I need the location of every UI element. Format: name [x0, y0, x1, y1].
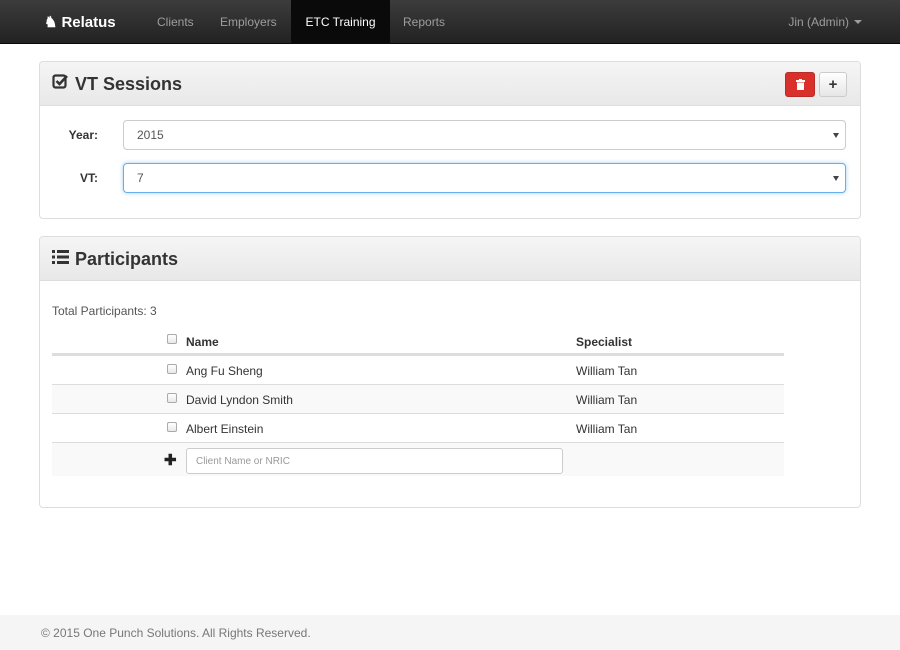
list-icon — [52, 249, 69, 270]
table-row: Albert Einstein William Tan — [52, 413, 784, 442]
add-session-button[interactable]: + — [819, 72, 847, 97]
add-participant-row: ✚ — [52, 442, 784, 476]
participants-panel: Participants Total Participants: 3 Name … — [39, 236, 861, 508]
vt-value: 7 — [137, 171, 144, 185]
participant-name: Albert Einstein — [186, 421, 264, 436]
participant-name: David Lyndon Smith — [186, 392, 293, 407]
vt-sessions-panel: VT Sessions + Year: 2015 VT: 7 — [39, 61, 861, 219]
puzzle-icon: ♞ — [44, 14, 58, 31]
participant-name: Ang Fu Sheng — [186, 363, 263, 378]
row-checkbox[interactable] — [167, 364, 177, 374]
column-header-specialist: Specialist — [576, 334, 633, 349]
user-name: Jin (Admin) — [788, 15, 849, 29]
column-header-name: Name — [186, 334, 219, 349]
check-square-icon — [52, 73, 69, 95]
client-search-input[interactable] — [187, 449, 562, 473]
participants-table: Name Specialist Ang Fu Sheng William Tan… — [52, 328, 784, 476]
brand[interactable]: ♞ Relatus — [44, 0, 116, 44]
brand-name: Relatus — [61, 13, 116, 31]
caret-down-icon — [854, 20, 862, 24]
year-label: Year: — [68, 128, 98, 142]
participant-specialist: William Tan — [576, 421, 638, 436]
total-participants: Total Participants: 3 — [52, 304, 157, 318]
nav-item-employers[interactable]: Employers — [220, 0, 277, 44]
participants-title: Participants — [52, 237, 178, 281]
vt-sessions-heading: VT Sessions + — [40, 62, 860, 106]
participant-specialist: William Tan — [576, 392, 638, 407]
delete-session-button[interactable] — [785, 72, 815, 97]
vt-sessions-title-text: VT Sessions — [75, 73, 183, 94]
vt-sessions-title: VT Sessions — [52, 62, 182, 106]
row-checkbox[interactable] — [167, 422, 177, 432]
footer-text: © 2015 One Punch Solutions. All Rights R… — [41, 625, 311, 640]
year-row: Year: 2015 — [40, 120, 860, 150]
trash-icon — [795, 79, 805, 90]
participants-heading: Participants — [40, 237, 860, 281]
vt-label: VT: — [80, 171, 98, 185]
vt-row: VT: 7 — [40, 163, 860, 193]
dropdown-arrow-icon — [833, 133, 839, 138]
nav-item-clients[interactable]: Clients — [157, 0, 194, 44]
row-checkbox[interactable] — [167, 393, 177, 403]
nav-item-reports[interactable]: Reports — [403, 0, 445, 44]
year-value: 2015 — [137, 128, 164, 142]
top-navbar: ♞ Relatus Clients Employers ETC Training… — [0, 0, 900, 44]
table-row: Ang Fu Sheng William Tan — [52, 355, 784, 384]
participant-specialist: William Tan — [576, 363, 638, 378]
footer: © 2015 One Punch Solutions. All Rights R… — [0, 615, 900, 650]
vt-select[interactable]: 7 — [123, 163, 846, 193]
nav-item-etc-training[interactable]: ETC Training — [291, 0, 390, 44]
client-search-field[interactable] — [186, 448, 563, 474]
participants-title-text: Participants — [75, 248, 179, 269]
table-header: Name Specialist — [52, 328, 784, 355]
select-all-checkbox[interactable] — [167, 334, 177, 344]
plus-icon[interactable]: ✚ — [164, 451, 177, 469]
user-menu[interactable]: Jin (Admin) — [788, 0, 862, 44]
dropdown-arrow-icon — [833, 176, 839, 181]
table-row: David Lyndon Smith William Tan — [52, 384, 784, 413]
year-select[interactable]: 2015 — [123, 120, 846, 150]
